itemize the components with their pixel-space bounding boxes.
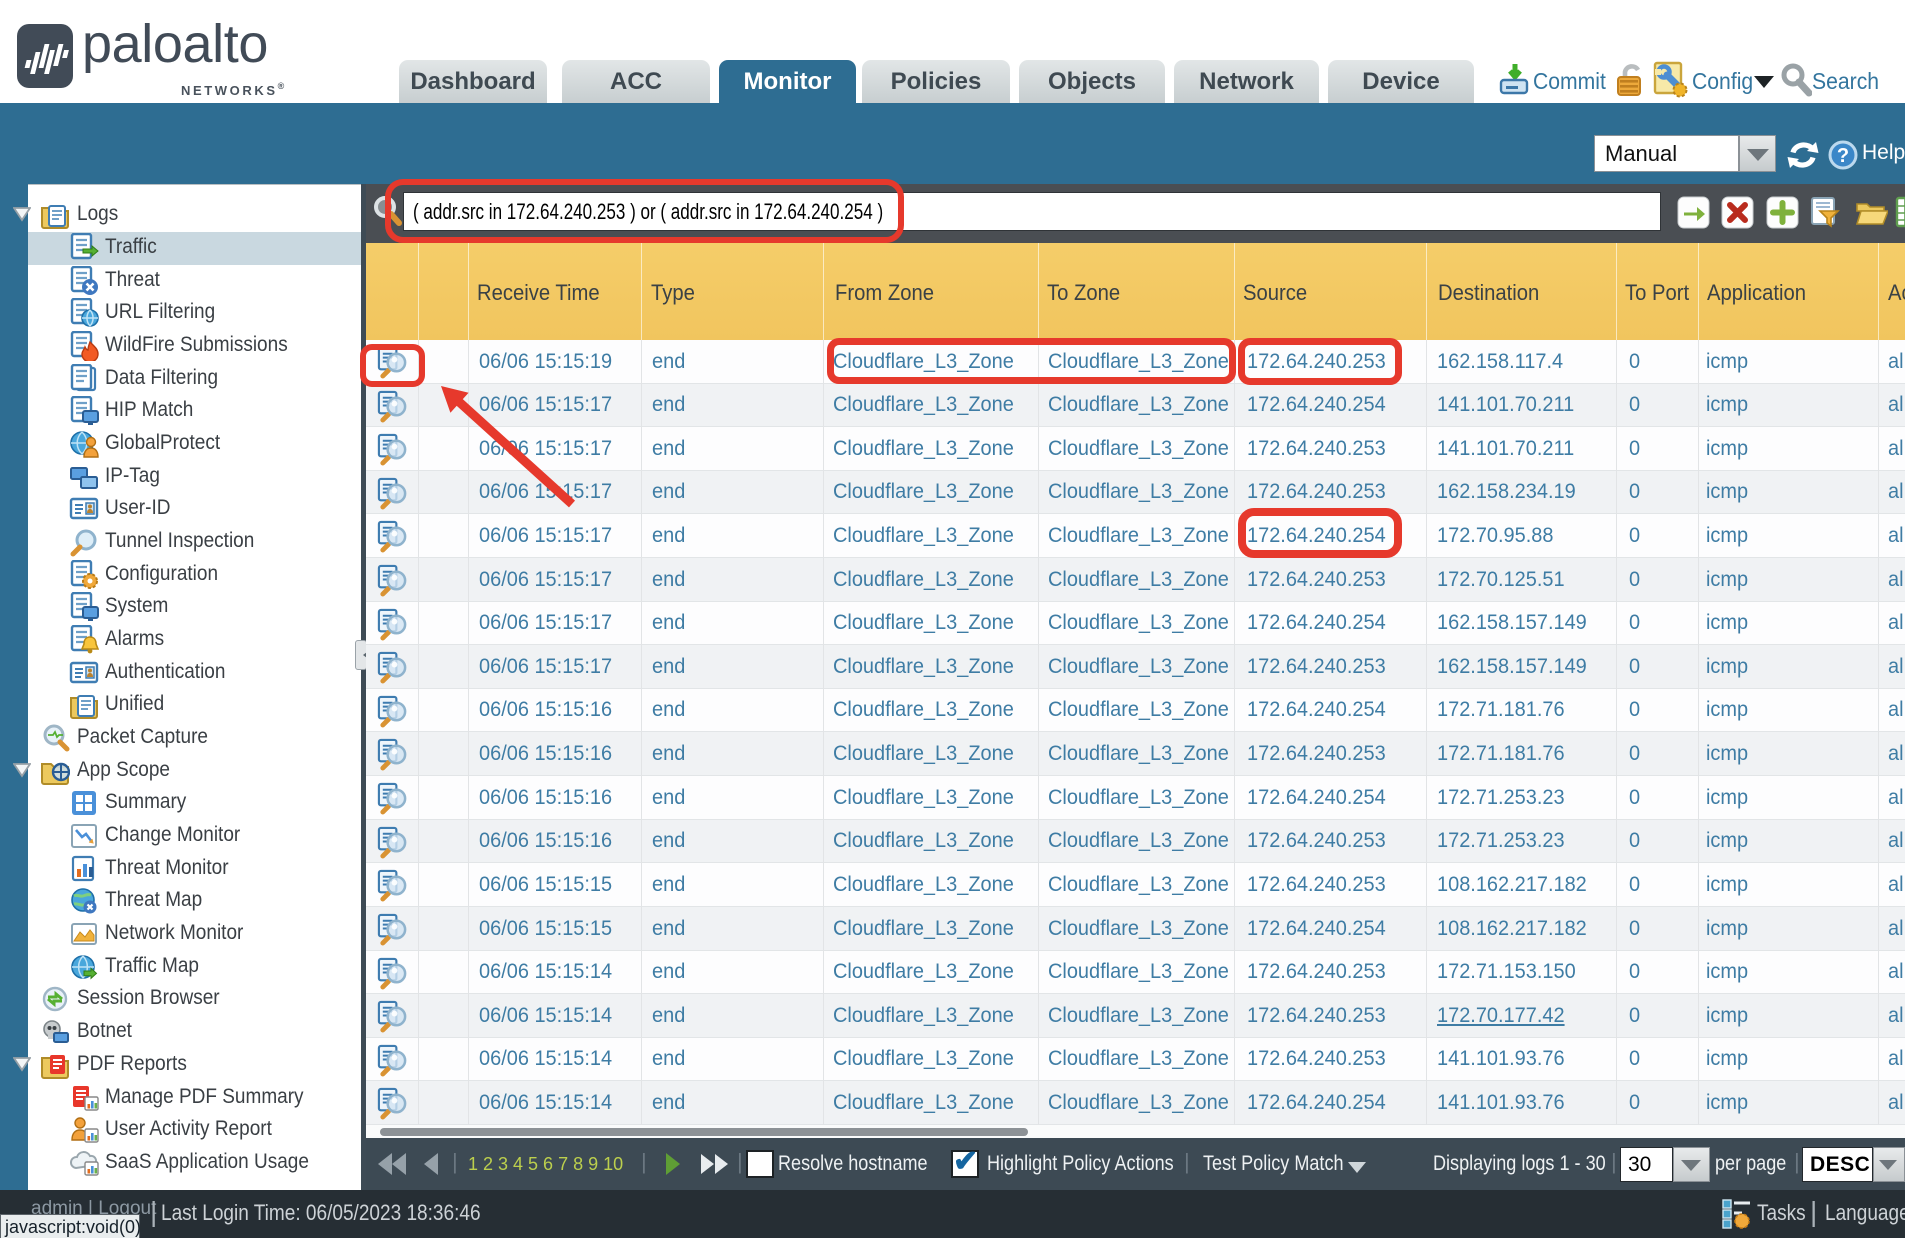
svg-text:?: ? xyxy=(1837,145,1849,167)
